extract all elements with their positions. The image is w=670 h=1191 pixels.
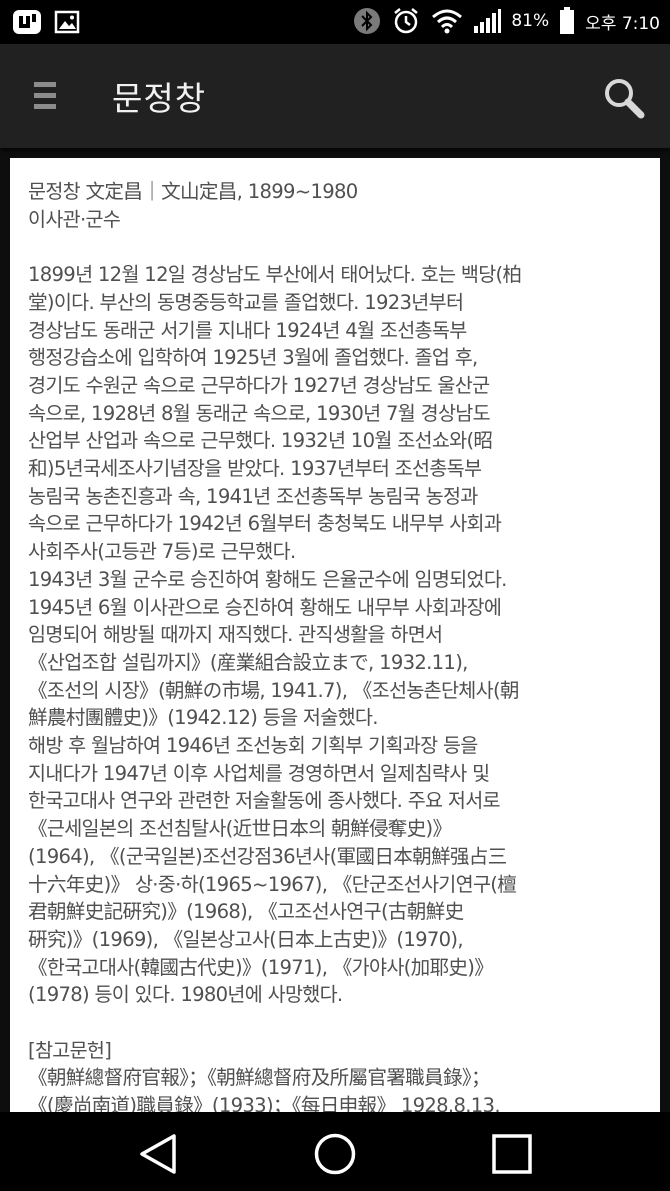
references-line: 《(慶尚南道)職員錄》(1933)；《每日申報》 1928.8.13, — [28, 1094, 501, 1112]
article-body-line: 堂)이다. 부산의 동명중등학교를 졸업했다. 1923년부터 — [28, 290, 464, 314]
article-body-line: (1964), 《(군국일본)조선강점36년사(軍國日本朝鮮强占三 — [28, 844, 507, 868]
wifi-icon — [431, 7, 463, 35]
hamburger-menu-icon[interactable] — [34, 82, 58, 110]
article-body-line: 十六年史)》 상·중·하(1965~1967), 《단군조선사기연구(檀 — [28, 872, 517, 896]
article-body-line: 속으로, 1928년 8월 동래군 속으로, 1930년 7월 경상남도 — [28, 401, 491, 425]
article-body-line: 《산업조합 설립까지》(産業組合設立まで, 1932.11), — [28, 650, 468, 674]
article-body-line: 君朝鮮史記硏究)》(1968), 《고조선사연구(古朝鮮史 — [28, 900, 464, 924]
article-body-line: 경기도 수원군 속으로 근무하다가 1927년 경상남도 울산군 — [28, 373, 490, 397]
battery-icon — [559, 7, 575, 35]
article-body-line: 1945년 6월 이사관으로 승진하여 황해도 내무부 사회과장에 — [28, 595, 502, 619]
image-notification-icon — [54, 10, 80, 34]
system-navigation-bar — [0, 1112, 670, 1191]
article-body-line: 임명되어 해방될 때까지 재직했다. 관직생활을 하면서 — [28, 623, 443, 647]
clock-time: 오후 7:10 — [585, 13, 660, 34]
home-circle-icon[interactable] — [313, 1132, 357, 1176]
battery-percentage: 81% — [511, 11, 550, 31]
article-body-line: 硏究)》(1969), 《일본상고사(日本上古史)》(1970), — [28, 927, 464, 951]
article-body-line: 농림국 농촌진흥과 속, 1941년 조선총독부 농림국 농정과 — [28, 484, 478, 508]
article-body-line: 해방 후 월남하여 1946년 조선농회 기획부 기획과장 등을 — [28, 734, 478, 758]
article-body-line: 1943년 3월 군수로 승진하여 황해도 은율군수에 임명되었다. — [28, 567, 507, 591]
back-triangle-icon[interactable] — [136, 1132, 180, 1176]
article-body-line: 《한국고대사(韓國古代史)》(1971), 《가야사(加耶史)》 — [28, 955, 494, 979]
article-text: 문정창 文定昌｜文山定昌, 1899~1980 이사관·군수 1899년 12월… — [10, 158, 660, 1112]
article-card: 문정창 文定昌｜文山定昌, 1899~1980 이사관·군수 1899년 12월… — [10, 158, 660, 1112]
article-body-line: 和)5년국세조사기념장을 받았다. 1937년부터 조선총독부 — [28, 457, 482, 481]
article-body-line: 한국고대사 연구와 관련한 저술활동에 종사했다. 주요 저서로 — [28, 789, 501, 813]
article-body-line: 사회주사(고등관 7등)로 근무했다. — [28, 540, 296, 564]
recents-square-icon[interactable] — [490, 1132, 534, 1176]
article-body-line: 《조선의 시장》(朝鮮の市場, 1941.7), 《조선농촌단체사(朝 — [28, 678, 519, 702]
bluetooth-icon — [353, 7, 381, 35]
article-header-line: 문정창 文定昌｜文山定昌, 1899~1980 — [28, 180, 358, 203]
article-body-line: 경상남도 동래군 서기를 지내다 1924년 4월 조선총독부 — [28, 318, 467, 342]
article-body-line: 속으로 근무하다가 1942년 6월부터 충청북도 내무부 사회과 — [28, 512, 502, 536]
article-body-line: 1899년 12월 12일 경상남도 부산에서 태어났다. 호는 백당(柏 — [28, 263, 522, 287]
signal-icon — [473, 8, 502, 34]
references-line: 《朝鮮總督府官報》；《朝鮮總督府及所屬官署職員錄》； — [28, 1066, 491, 1090]
app-bar: 문정창 — [0, 44, 670, 148]
article-body-line: 鮮農村團體史)》(1942.12) 등을 저술했다. — [28, 706, 378, 730]
app-notification-icon — [12, 9, 42, 35]
references-title: [참고문헌] — [28, 1038, 112, 1062]
article-body-line: 행정강습소에 입학하여 1925년 3월에 졸업했다. 졸업 후, — [28, 346, 478, 370]
alarm-icon — [391, 6, 421, 36]
article-body-line: 지내다가 1947년 이후 사업체를 경영하면서 일제침략사 및 — [28, 761, 490, 785]
article-body-line: (1978) 등이 있다. 1980년에 사망했다. — [28, 983, 343, 1007]
status-bar: 81% 오후 7:10 — [0, 0, 670, 44]
page-title: 문정창 — [112, 79, 207, 118]
article-header-line: 이사관·군수 — [28, 207, 121, 231]
search-icon[interactable] — [602, 76, 646, 120]
article-body-line: 산업부 산업과 속으로 근무했다. 1932년 10월 조선쇼와(昭 — [28, 429, 493, 453]
article-body-line: 《근세일본의 조선침탈사(近世日本의 朝鮮侵奪史)》 — [28, 817, 452, 841]
